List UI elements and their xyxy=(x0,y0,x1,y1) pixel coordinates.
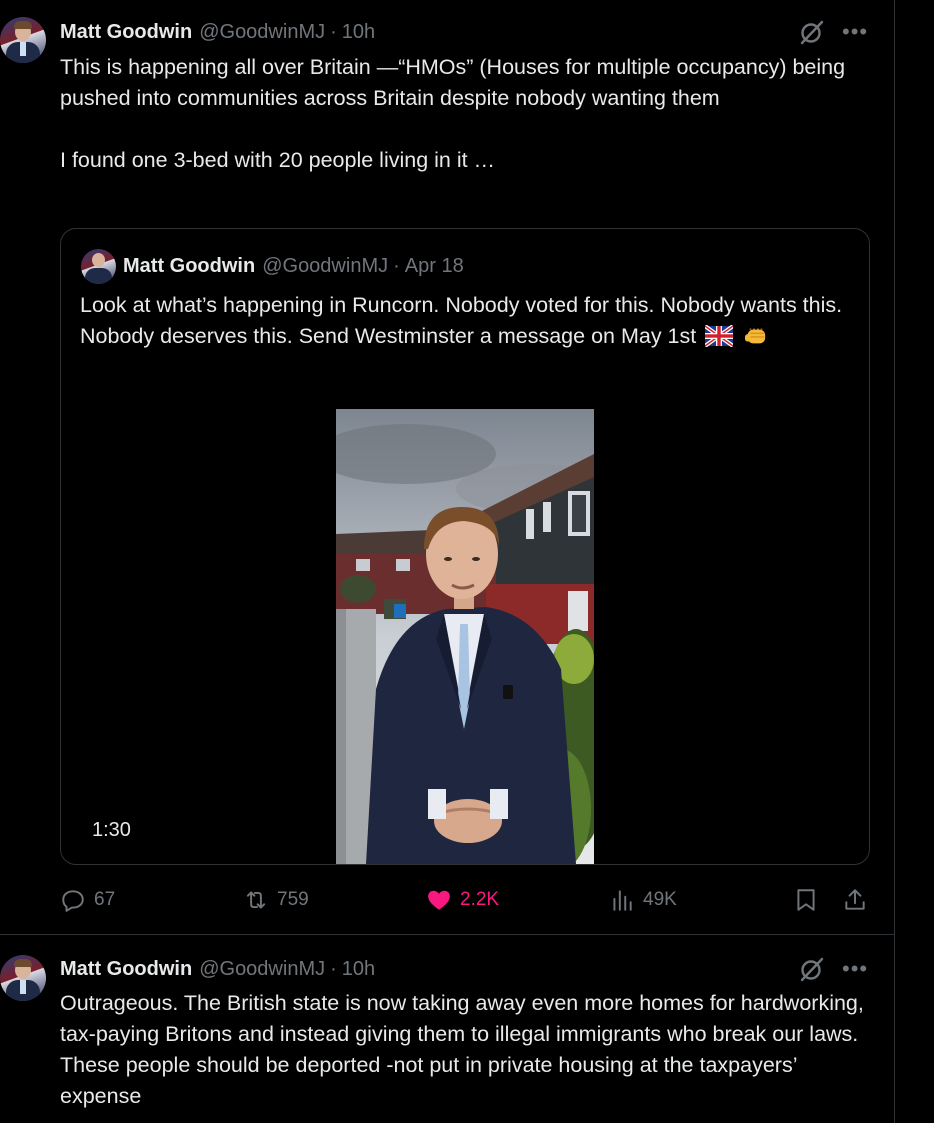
author-name[interactable]: Matt Goodwin xyxy=(60,21,192,44)
share-button[interactable] xyxy=(842,885,876,915)
author-handle[interactable]: @GoodwinMJ xyxy=(199,21,325,44)
more-icon[interactable]: ••• xyxy=(842,958,868,980)
grok-icon[interactable] xyxy=(798,18,826,46)
tweet-text: This is happening all over Britain —“HMO… xyxy=(60,55,846,172)
like-button[interactable]: 2.2K xyxy=(426,885,499,915)
reply-button[interactable]: 67 xyxy=(60,885,115,915)
views-count: 49K xyxy=(643,889,677,910)
video-duration: 1:30 xyxy=(92,819,131,841)
tweet-header: Matt Goodwin @GoodwinMJ · 10h xyxy=(60,19,375,45)
bookmark-button[interactable] xyxy=(793,885,827,915)
separator-dot: · xyxy=(330,20,337,43)
analytics-icon xyxy=(613,890,632,911)
quoted-author-name: Matt Goodwin xyxy=(123,254,256,277)
tweet-header-actions: ••• xyxy=(798,955,868,983)
quoted-author-handle: @GoodwinMJ xyxy=(262,254,389,277)
timestamp[interactable]: 10h xyxy=(342,958,375,981)
quoted-header: Matt Goodwin @GoodwinMJ · Apr 18 xyxy=(123,251,464,281)
repost-button[interactable]: 759 xyxy=(243,885,309,915)
avatar[interactable] xyxy=(0,955,46,1001)
tweet-actions: 67 759 2.2K 49K xyxy=(60,885,870,915)
quoted-text-block: Look at what’s happening in Runcorn. Nob… xyxy=(80,290,860,352)
tweet[interactable]: Matt Goodwin @GoodwinMJ · 10h ••• This i… xyxy=(0,0,894,934)
bookmark-icon xyxy=(797,889,815,911)
share-icon xyxy=(845,889,865,910)
author-handle[interactable]: @GoodwinMJ xyxy=(199,958,325,981)
separator-dot: · xyxy=(393,254,400,277)
quoted-timestamp: Apr 18 xyxy=(404,254,464,277)
tweet[interactable]: Matt Goodwin @GoodwinMJ · 10h ••• Outrag… xyxy=(0,935,894,1123)
heart-icon xyxy=(428,890,450,910)
views-button[interactable]: 49K xyxy=(609,885,677,915)
grok-icon[interactable] xyxy=(798,955,826,983)
tweet-text: Outrageous. The British state is now tak… xyxy=(60,991,870,1108)
reply-icon xyxy=(62,890,84,912)
separator-dot: · xyxy=(330,957,337,980)
reply-count: 67 xyxy=(94,889,116,910)
tweet-header-actions: ••• xyxy=(798,18,868,46)
fist-emoji-icon xyxy=(745,328,766,344)
repost-count: 759 xyxy=(277,889,309,910)
tweet-header: Matt Goodwin @GoodwinMJ · 10h xyxy=(60,956,375,982)
author-name[interactable]: Matt Goodwin xyxy=(60,958,192,981)
timestamp[interactable]: 10h xyxy=(342,21,375,44)
quoted-tweet[interactable]: Matt Goodwin @GoodwinMJ · Apr 18 Look at… xyxy=(60,228,870,865)
video-thumbnail[interactable] xyxy=(336,409,594,864)
uk-flag-emoji-icon xyxy=(705,325,734,347)
like-count: 2.2K xyxy=(460,889,500,910)
quoted-avatar[interactable] xyxy=(81,249,116,284)
more-icon[interactable]: ••• xyxy=(842,21,868,43)
column-divider xyxy=(894,0,895,1123)
avatar[interactable] xyxy=(0,17,46,63)
repost-icon xyxy=(246,891,266,909)
